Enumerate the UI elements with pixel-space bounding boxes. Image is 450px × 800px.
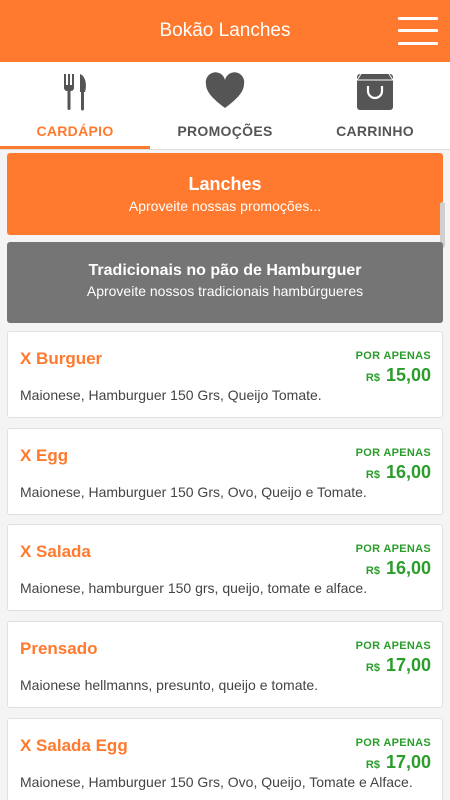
menu-item-card[interactable]: X Burguer POR APENAS R$ 15,00 Maionese, H…: [7, 331, 443, 418]
currency-symbol: R$: [365, 662, 380, 674]
active-tab-indicator: [0, 146, 150, 149]
tab-cardapio[interactable]: CARDÁPIO: [0, 62, 150, 150]
item-description: Maionese hellmanns, presunto, queijo e t…: [20, 677, 319, 693]
item-description: Maionese, Hamburguer 150 Grs, Ovo, Queij…: [20, 484, 367, 500]
currency-symbol: R$: [365, 372, 380, 384]
menu-item-card[interactable]: Prensado POR APENAS R$ 17,00 Maionese hel…: [7, 621, 443, 708]
tab-bar: CARDÁPIO PROMOÇÕES CARRINHO: [0, 62, 450, 150]
tab-label: CARRINHO: [336, 123, 414, 139]
item-price: R$ 17,00: [366, 752, 431, 773]
item-name: X Salada Egg: [20, 736, 128, 755]
app-header: Bokão Lanches: [0, 0, 450, 62]
price-value: 17,00: [385, 752, 431, 772]
price-prefix: POR APENAS: [355, 350, 431, 362]
category-banner[interactable]: Lanches Aproveite nossas promoções...: [7, 153, 443, 235]
price-value: 17,00: [385, 655, 431, 675]
price-prefix: POR APENAS: [355, 447, 431, 459]
fork-knife-icon: [64, 74, 86, 111]
tab-promocoes[interactable]: PROMOÇÕES: [150, 62, 300, 150]
subcategory-subtitle: Aproveite nossos tradicionais hambúrguer…: [86, 283, 364, 299]
price-value: 16,00: [385, 558, 431, 578]
scrollbar[interactable]: [440, 202, 445, 248]
currency-symbol: R$: [365, 565, 380, 577]
tab-carrinho[interactable]: CARRINHO: [300, 62, 450, 150]
item-name: X Egg: [20, 446, 69, 465]
tab-label: CARDÁPIO: [36, 123, 114, 139]
price-prefix: POR APENAS: [355, 543, 431, 555]
tab-label: PROMOÇÕES: [177, 123, 273, 139]
item-description: Maionese, Hamburguer 150 Grs, Ovo, Queij…: [20, 774, 413, 790]
category-title: Lanches: [188, 174, 262, 194]
item-price: R$ 17,00: [366, 655, 431, 676]
item-name: X Burguer: [20, 349, 103, 368]
item-name: X Salada: [20, 542, 91, 561]
app-title: Bokão Lanches: [159, 20, 291, 41]
item-description: Maionese, Hamburguer 150 Grs, Queijo Tom…: [20, 387, 322, 403]
item-price: R$ 16,00: [366, 462, 431, 483]
subcategory-title: Tradicionais no pão de Hamburguer: [88, 262, 362, 279]
currency-symbol: R$: [365, 759, 380, 771]
shopping-bag-icon: [356, 73, 394, 110]
item-price: R$ 16,00: [366, 558, 431, 579]
subcategory-banner[interactable]: Tradicionais no pão de Hamburguer Aprove…: [7, 242, 443, 323]
price-value: 16,00: [385, 462, 431, 482]
currency-symbol: R$: [365, 469, 380, 481]
menu-item-card[interactable]: X Salada POR APENAS R$ 16,00 Maionese, ha…: [7, 524, 443, 611]
item-price: R$ 15,00: [366, 365, 431, 386]
price-prefix: POR APENAS: [355, 640, 431, 652]
menu-item-card[interactable]: X Egg POR APENAS R$ 16,00 Maionese, Hambu…: [7, 428, 443, 515]
item-name: Prensado: [20, 639, 98, 658]
menu-item-card[interactable]: X Salada Egg POR APENAS R$ 17,00 Maionese…: [7, 718, 443, 800]
heart-icon: [205, 72, 245, 108]
price-value: 15,00: [385, 365, 431, 385]
item-description: Maionese, hamburguer 150 grs, queijo, to…: [20, 580, 368, 596]
price-prefix: POR APENAS: [355, 737, 431, 749]
category-subtitle: Aproveite nossas promoções...: [128, 198, 322, 214]
menu-content: Lanches Aproveite nossas promoções... Tr…: [0, 150, 450, 800]
hamburger-menu-icon[interactable]: [398, 17, 438, 45]
